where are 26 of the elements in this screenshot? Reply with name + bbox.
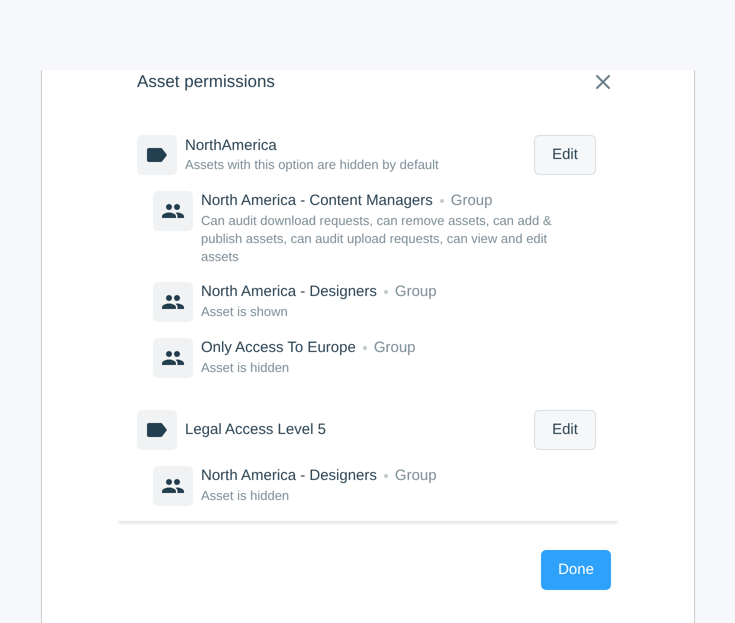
group-permissions: Can audit download requests, can remove assets, can add & publish assets, can audit upload requests, can view and edit assets (201, 212, 552, 266)
group-type: Group (394, 466, 437, 486)
option-description: Assets with this option are hidden by default (185, 156, 440, 174)
group-name: North America - Designers (201, 282, 377, 302)
group-type: Group (450, 191, 492, 211)
dialog-title: Asset permissions (137, 71, 275, 93)
edit-button[interactable]: Edit (534, 410, 596, 450)
people-icon (153, 338, 193, 378)
close-button[interactable] (594, 73, 612, 91)
people-icon (153, 282, 193, 322)
tag-icon (137, 135, 177, 175)
tag-icon (137, 410, 177, 450)
group-permissions: Asset is hidden (201, 359, 290, 377)
group-name: North America - Designers (201, 466, 377, 486)
group-permissions: Asset is hidden (201, 487, 290, 505)
group-name: North America - Content Managers (201, 191, 433, 211)
option-name: Legal Access Level 5 (185, 420, 327, 440)
group-name: Only Access To Europe (201, 338, 356, 358)
close-icon (596, 75, 610, 89)
group-type: Group (374, 338, 416, 358)
people-icon (153, 466, 193, 506)
group-permissions: Asset is shown (201, 303, 289, 321)
option-name: NorthAmerica (185, 136, 278, 156)
edit-button[interactable]: Edit (534, 135, 596, 175)
group-type: Group (394, 282, 437, 302)
people-icon (153, 191, 193, 231)
